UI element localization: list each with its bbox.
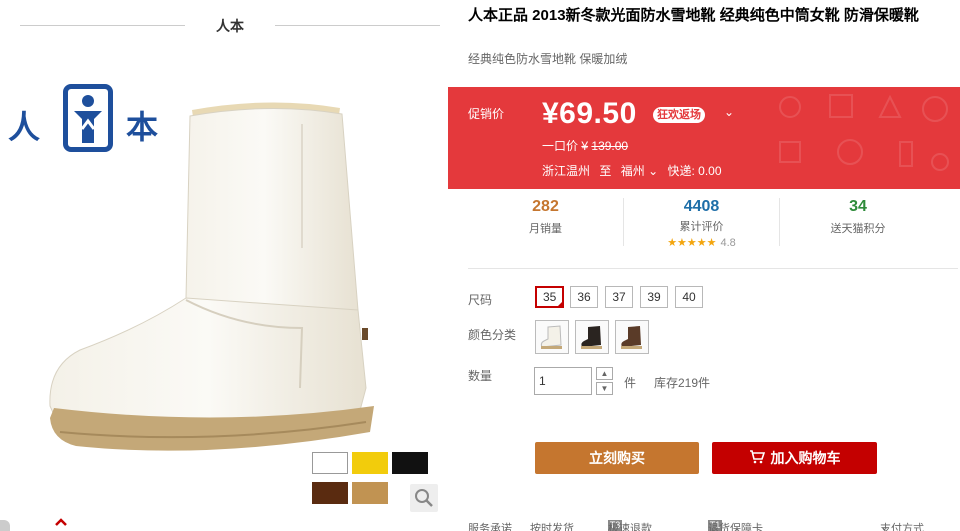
add-to-cart-button[interactable]: 加入购物车 [712, 442, 877, 474]
service-bar: 服务承诺 按时发货 T3 极速退款 T1 退货保障卡 支付方式 ⌄ [468, 520, 958, 531]
magnifier-icon[interactable] [410, 484, 438, 512]
ship-to-word: 至 [599, 164, 612, 178]
size-label: 尺码 [468, 293, 493, 307]
ship-from: 浙江温州 [542, 164, 591, 178]
logo-left-char: 人 [8, 108, 41, 146]
stat-reviews[interactable]: 4408 累计评价 ★★★★★ 4.8 [624, 198, 780, 249]
add-to-cart-label: 加入购物车 [770, 450, 841, 466]
sales-count: 282 [532, 198, 559, 215]
divider [468, 268, 958, 269]
product-image[interactable] [40, 88, 400, 478]
brand-name: 人本 [216, 18, 244, 34]
swatch-black[interactable] [392, 452, 428, 474]
size-option-37[interactable]: 37 [605, 286, 633, 308]
brand-header: 人本 [20, 10, 440, 40]
color-option-black[interactable] [575, 320, 609, 354]
swatch-yellow[interactable] [352, 452, 388, 474]
shipping-info: 浙江温州 至 福州 ⌄ 快递: 0.00 [542, 162, 722, 179]
size-option-36[interactable]: 36 [570, 286, 598, 308]
points-label: 送天猫积分 [830, 223, 886, 235]
side-tab[interactable] [0, 520, 10, 531]
original-price: 一口价 ¥ 139.00 [542, 137, 628, 154]
chevron-down-icon: ⌄ [648, 164, 659, 178]
original-price-value: 139.00 [591, 139, 629, 153]
chevron-up-icon[interactable] [54, 514, 68, 530]
points-count: 34 [849, 198, 867, 215]
review-label: 累计评价 [679, 221, 724, 233]
product-title: 人本正品 2013新冬款光面防水雪地靴 经典纯色中筒女靴 防滑保暖靴 [468, 7, 919, 24]
quantity-unit: 件 [624, 376, 637, 390]
stat-monthly-sales: 282 月销量 [468, 198, 624, 246]
price-label: 促销价 [468, 107, 505, 121]
decorative-pattern-icon [779, 94, 949, 171]
rating-stars: ★★★★★ 4.8 [624, 236, 779, 249]
stock-count: 库存219件 [654, 376, 711, 390]
original-price-label: 一口价 [542, 139, 579, 153]
stat-points: 34 送天猫积分 [780, 198, 936, 246]
ship-to-select[interactable]: 福州 ⌄ [621, 164, 658, 178]
quantity-increase-button[interactable]: ▲ [596, 367, 613, 380]
product-stats: 282 月销量 4408 累计评价 ★★★★★ 4.8 34 送天猫积分 [468, 198, 938, 258]
promo-badge[interactable]: 狂欢返场 [653, 107, 705, 123]
size-option-39[interactable]: 39 [640, 286, 668, 308]
quantity-input[interactable] [534, 367, 592, 395]
divider [275, 25, 440, 26]
chevron-down-icon: ⌄ [880, 521, 890, 531]
buy-now-button[interactable]: 立刻购买 [535, 442, 699, 474]
swatch-tan[interactable] [352, 482, 388, 504]
product-gallery: 人本 人 本 [0, 0, 440, 531]
quantity-decrease-button[interactable]: ▼ [596, 382, 613, 395]
shipping-fee: 快递: 0.00 [667, 164, 722, 178]
color-label: 颜色分类 [468, 328, 517, 342]
service-ontime-ship[interactable]: 按时发货 [530, 520, 574, 531]
review-count: 4408 [683, 198, 720, 215]
promo-price: ¥69.50 [542, 97, 637, 130]
product-detail: 人本正品 2013新冬款光面防水雪地靴 经典纯色中筒女靴 防滑保暖靴 经典纯色防… [448, 0, 960, 531]
rating-score: 4.8 [720, 237, 736, 249]
original-price-currency: ¥ [581, 139, 589, 153]
size-option-35[interactable]: 35 [535, 286, 565, 308]
color-option-white[interactable] [535, 320, 569, 354]
color-option-brown[interactable] [615, 320, 649, 354]
sales-label: 月销量 [529, 223, 562, 235]
star-icon: ★★★★★ [667, 237, 717, 249]
size-option-40[interactable]: 40 [675, 286, 703, 308]
cart-icon [749, 443, 765, 475]
swatch-brown[interactable] [312, 482, 348, 504]
product-subtitle: 经典纯色防水雪地靴 保暖加绒 [468, 52, 628, 66]
chevron-down-icon[interactable]: ⌄ [724, 105, 734, 119]
quantity-label: 数量 [468, 369, 493, 383]
swatch-white[interactable] [312, 452, 348, 474]
price-panel: 促销价 ¥69.50 狂欢返场 ⌄ 一口价 ¥ 139.00 浙江温州 至 福州… [448, 87, 960, 189]
service-label: 服务承诺 [468, 523, 512, 531]
